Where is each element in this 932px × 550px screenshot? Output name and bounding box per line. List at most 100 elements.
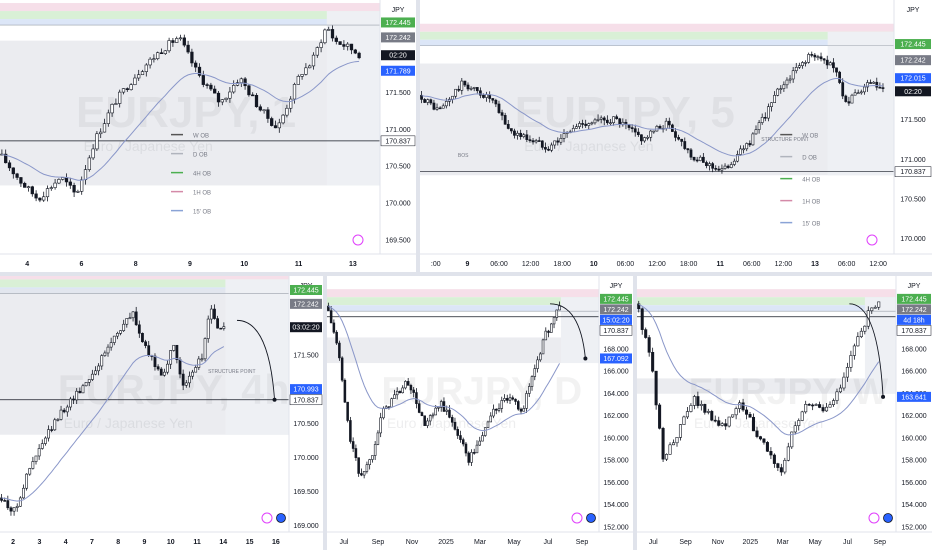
candle-body bbox=[266, 109, 270, 119]
candle-body bbox=[247, 85, 251, 96]
candle-body bbox=[850, 94, 854, 104]
candle-body bbox=[137, 74, 141, 79]
y-tick-label: 162.000 bbox=[603, 413, 628, 420]
candle-body bbox=[506, 123, 510, 129]
candle-body bbox=[751, 416, 756, 432]
order-block-zone bbox=[327, 337, 599, 364]
candle-body bbox=[390, 398, 393, 408]
alert-icon bbox=[261, 512, 273, 524]
candle-body bbox=[525, 393, 528, 409]
candle-body bbox=[863, 86, 866, 93]
candle-body bbox=[863, 325, 867, 332]
candle-body bbox=[423, 99, 427, 103]
candle-body bbox=[220, 99, 224, 103]
price-label: 171.789 bbox=[385, 68, 410, 75]
candle-body bbox=[667, 120, 671, 126]
ob-band-green bbox=[420, 31, 894, 40]
candle-body bbox=[379, 417, 382, 434]
candle-body bbox=[682, 416, 686, 425]
x-tick-label: 4 bbox=[25, 261, 29, 268]
pane-divider-vertical-bottom-2[interactable] bbox=[633, 276, 637, 550]
candle-body bbox=[454, 88, 457, 97]
candle-body bbox=[53, 182, 57, 188]
candle-body bbox=[745, 143, 749, 150]
candle-body bbox=[435, 107, 439, 110]
candle-body bbox=[647, 337, 651, 353]
candle-body bbox=[822, 58, 826, 61]
candle-body bbox=[685, 411, 689, 418]
chart-svg: EURJPY, 5Euro / Japanese YenW OBD OB4H O… bbox=[420, 0, 932, 272]
candle-body bbox=[492, 408, 495, 417]
candle-body bbox=[270, 118, 274, 126]
candle-body bbox=[590, 122, 594, 125]
candle-body bbox=[633, 128, 637, 133]
pane-divider-vertical-bottom-1[interactable] bbox=[323, 276, 327, 550]
chart-pane-eurjpy-1m[interactable]: EURJPY, 1 Euro / Japanese Yen W OB D OB 4H O… bbox=[0, 0, 416, 272]
candle-body bbox=[22, 487, 25, 499]
y-tick-label: 154.000 bbox=[901, 502, 926, 509]
candle-body bbox=[748, 414, 752, 418]
candle-body bbox=[856, 336, 860, 347]
candle-body bbox=[819, 56, 823, 60]
candle-body bbox=[599, 117, 603, 120]
candle-body bbox=[116, 333, 119, 337]
candle-body bbox=[175, 344, 179, 360]
candle-body bbox=[726, 165, 730, 168]
candle-body bbox=[163, 50, 167, 54]
candle-body bbox=[118, 91, 122, 104]
y-tick-label: 170.500 bbox=[900, 196, 925, 203]
price-label: 170.837 bbox=[900, 169, 925, 176]
candle-body bbox=[878, 86, 882, 89]
price-label: 03:02:20 bbox=[292, 325, 319, 332]
pane-divider-horizontal[interactable] bbox=[0, 272, 932, 276]
candle-body bbox=[353, 49, 357, 54]
ob-band-blue bbox=[420, 39, 894, 46]
x-tick-label: 7 bbox=[90, 539, 94, 546]
candle-body bbox=[818, 404, 822, 408]
chart-pane-eurjpy-daily[interactable]: EURJPY, D Euro / Japanese Yen JPY 152.000 15… bbox=[327, 276, 633, 550]
candle-body bbox=[859, 91, 863, 94]
candle-body bbox=[875, 81, 879, 88]
candle-body bbox=[754, 129, 758, 135]
candle-body bbox=[30, 186, 34, 195]
candle-body bbox=[83, 169, 88, 181]
candle-body bbox=[853, 92, 857, 96]
x-tick-label: 8 bbox=[134, 261, 138, 268]
candle-body bbox=[84, 382, 88, 387]
legend-label: 4H OB bbox=[193, 172, 211, 178]
candle-body bbox=[311, 54, 316, 67]
pane-divider-vertical-top[interactable] bbox=[416, 0, 420, 272]
candle-body bbox=[426, 99, 430, 103]
y-tick-label: 160.000 bbox=[603, 435, 628, 442]
candle-body bbox=[68, 181, 72, 186]
candle-body bbox=[49, 187, 53, 189]
candle-body bbox=[181, 373, 185, 386]
candle-body bbox=[640, 134, 643, 142]
candle-body bbox=[133, 77, 137, 85]
candle-body bbox=[53, 419, 57, 431]
price-label: 170.993 bbox=[293, 387, 318, 394]
candle-body bbox=[61, 177, 65, 180]
x-tick-label: 14 bbox=[219, 539, 227, 546]
candle-body bbox=[319, 42, 323, 48]
chart-pane-eurjpy-4h[interactable]: EURJPY, 4h Euro / Japanese Yen STRUCTURE P… bbox=[0, 276, 323, 550]
candle-body bbox=[65, 406, 69, 413]
candle-body bbox=[209, 84, 213, 90]
candle-body bbox=[578, 123, 581, 127]
x-tick-label: 13 bbox=[349, 261, 357, 268]
candle-body bbox=[40, 443, 44, 449]
candle-body bbox=[881, 87, 885, 89]
candle-body bbox=[349, 420, 352, 442]
x-tick-label: Nov bbox=[406, 539, 419, 546]
candle-body bbox=[674, 131, 677, 138]
price-label: 172.445 bbox=[901, 296, 926, 303]
ob-band-pink bbox=[327, 289, 599, 298]
chart-pane-eurjpy-weekly[interactable]: EURJPY, W Euro / Japanese Yen JPY 152.000 15… bbox=[637, 276, 932, 550]
candle-body bbox=[106, 112, 110, 124]
candle-body bbox=[444, 101, 448, 107]
chart-pane-eurjpy-5m[interactable]: EURJPY, 5 Euro / Japanese Yen W OB D OB 4H O… bbox=[420, 0, 932, 272]
candle-body bbox=[686, 148, 690, 151]
candle-body bbox=[404, 381, 407, 389]
candle-body bbox=[213, 88, 217, 94]
candle-body bbox=[811, 404, 815, 407]
